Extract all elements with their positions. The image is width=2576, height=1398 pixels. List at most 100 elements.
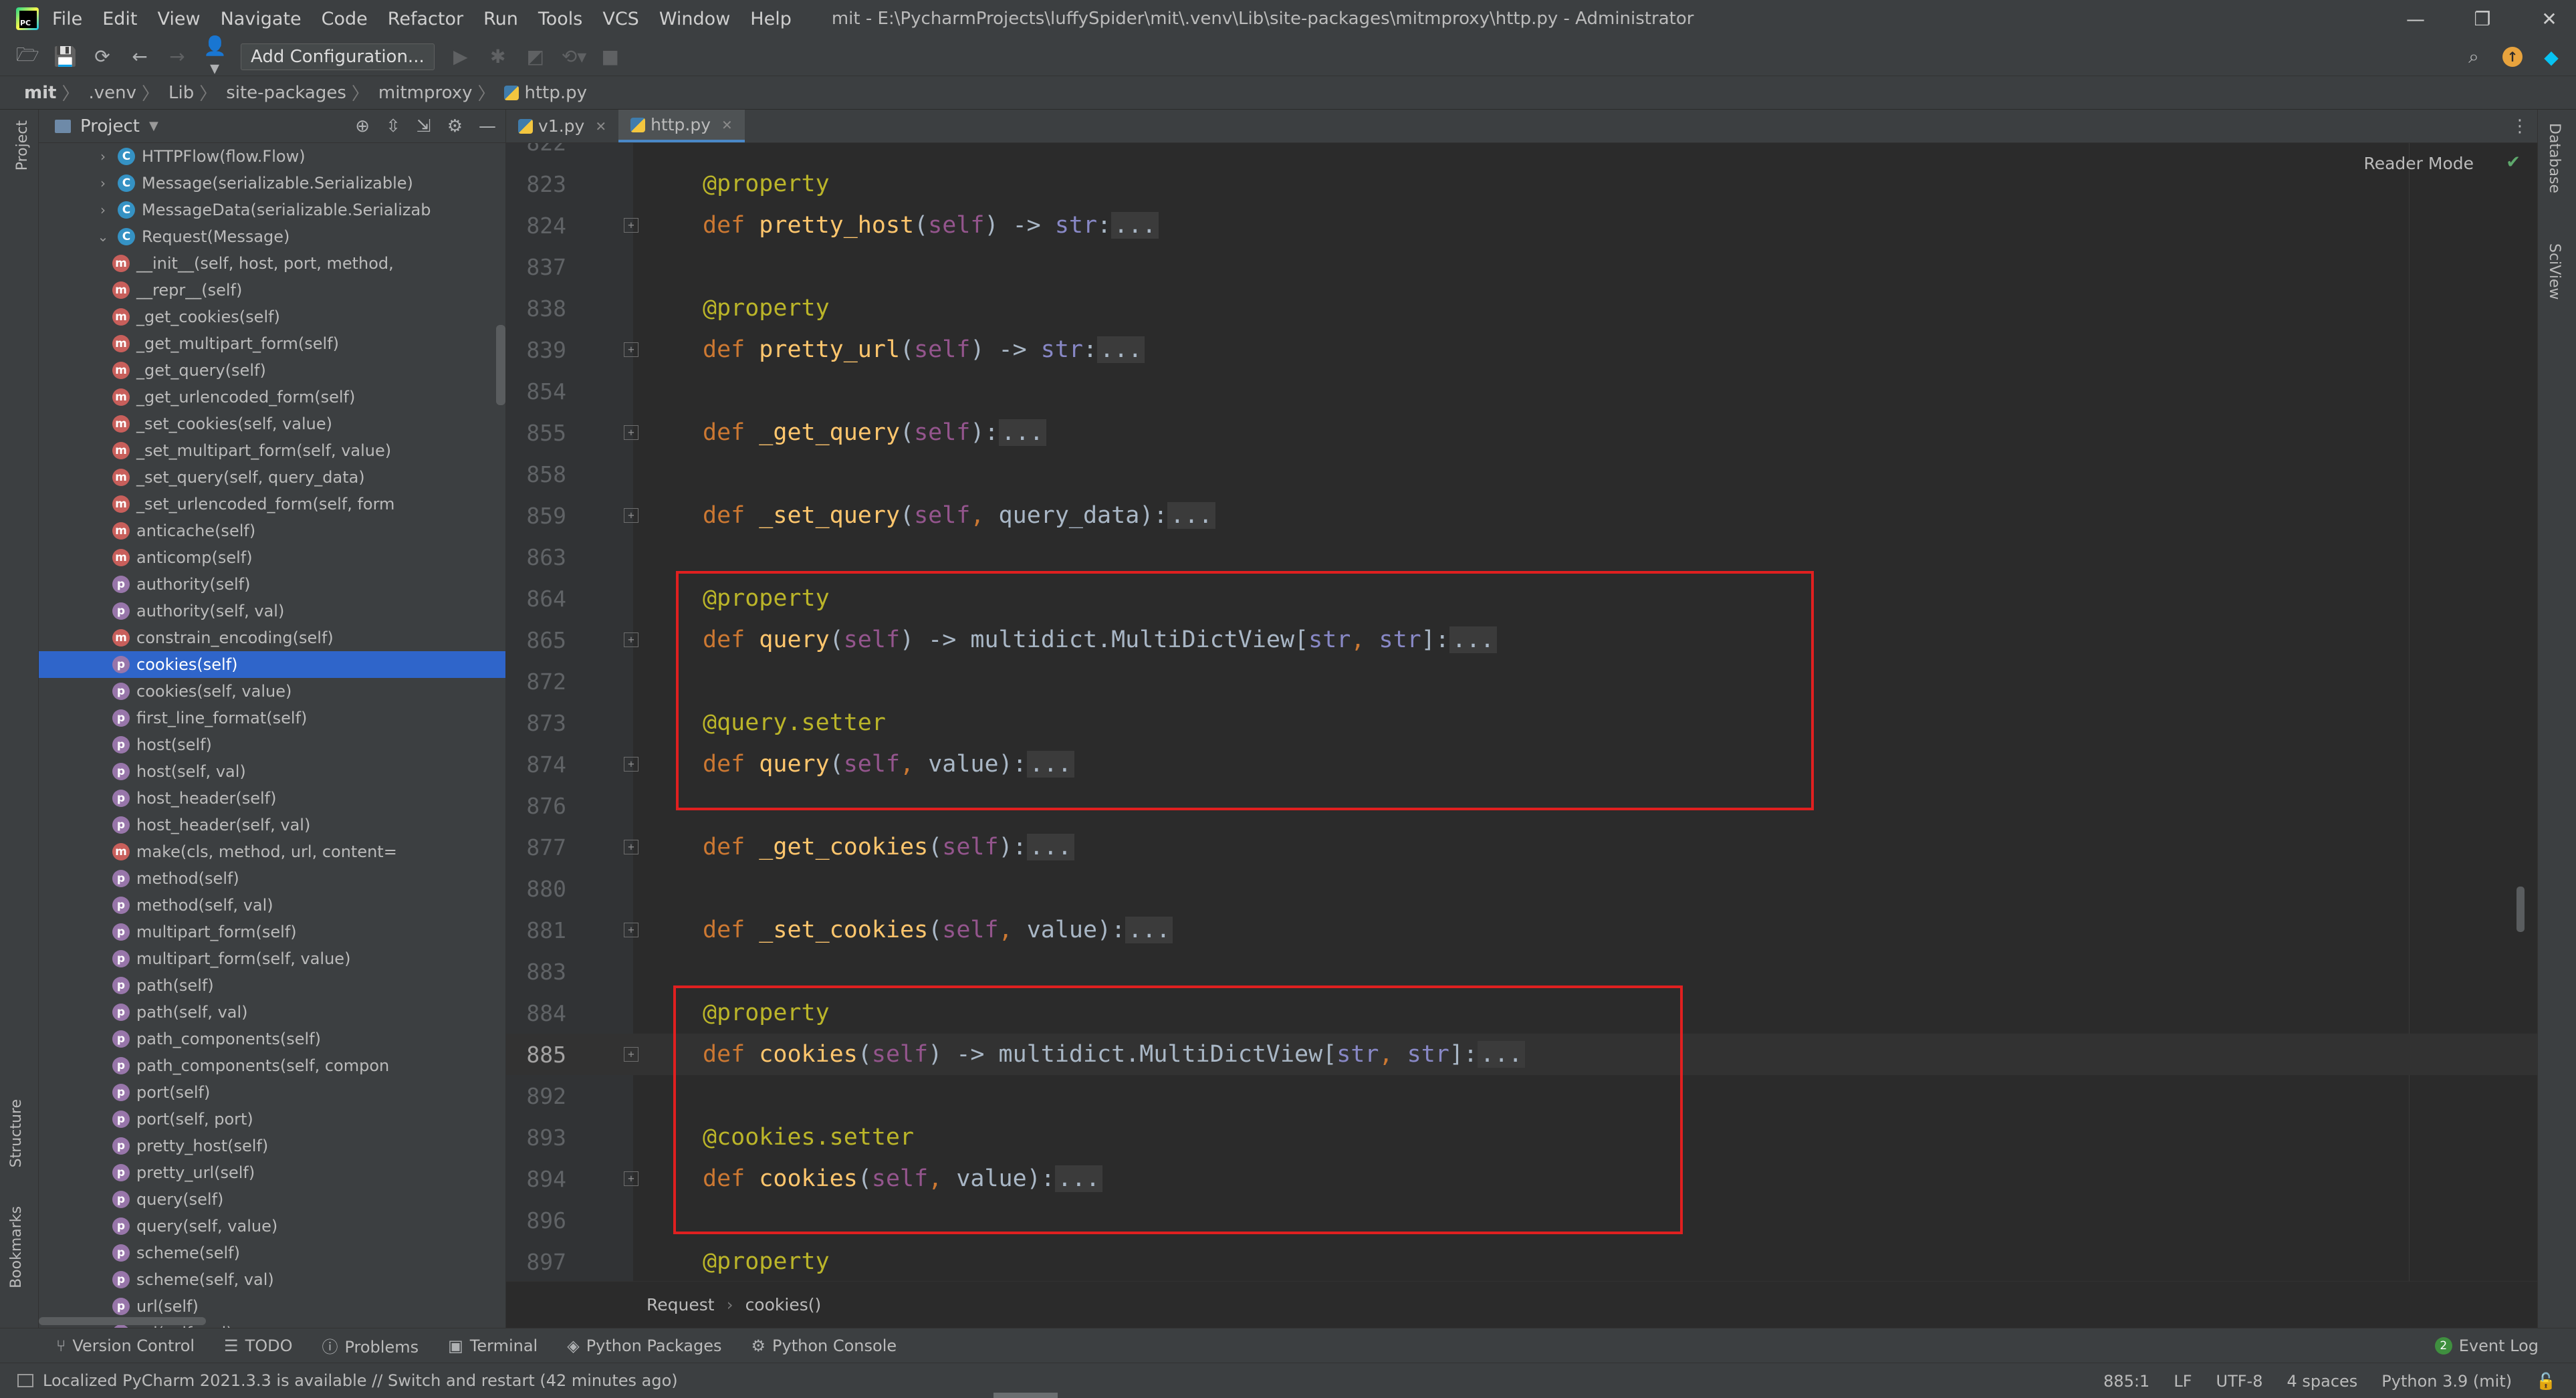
tree-item[interactable]: p path_components(self, compon — [39, 1052, 505, 1079]
tree-item[interactable]: m _set_multipart_form(self, value) — [39, 437, 505, 464]
breadcrumb-item[interactable]: mit — [24, 83, 56, 103]
profile-icon[interactable]: ⟲▾ — [562, 45, 587, 68]
fold-toggle-icon[interactable]: + — [624, 425, 638, 440]
code-line[interactable]: 822 — [506, 143, 2539, 163]
code-line[interactable]: 897 @property — [506, 1241, 2539, 1281]
tree-item[interactable]: p method(self, val) — [39, 892, 505, 919]
debug-icon[interactable]: ✱ — [487, 45, 509, 68]
fold-toggle-icon[interactable]: + — [624, 342, 638, 357]
chevron-right-icon[interactable]: › — [95, 202, 111, 218]
forward-arrow-icon[interactable]: → — [166, 45, 189, 68]
code-line[interactable]: 854 — [506, 370, 2539, 412]
fold-toggle-icon[interactable]: + — [624, 1171, 638, 1186]
file-encoding[interactable]: UTF-8 — [2216, 1372, 2263, 1391]
code-line[interactable]: 823 @property — [506, 163, 2539, 205]
tree-item[interactable]: p host_header(self, val) — [39, 812, 505, 838]
tree-item[interactable]: p url(self) — [39, 1293, 505, 1320]
tree-item[interactable]: p pretty_url(self) — [39, 1159, 505, 1186]
menu-file[interactable]: File — [52, 9, 82, 29]
tree-item[interactable]: p cookies(self) — [39, 651, 505, 678]
chevron-right-icon[interactable]: › — [95, 148, 111, 164]
expand-all-icon[interactable]: ⇳ — [386, 116, 400, 136]
menu-help[interactable]: Help — [750, 9, 792, 29]
lock-icon[interactable]: 🔓 — [2536, 1372, 2556, 1391]
breadcrumb-item[interactable]: Lib — [168, 83, 194, 103]
bottom-tool-version-control[interactable]: ⑂ Version Control — [56, 1336, 195, 1355]
code-line[interactable]: 839 + def pretty_url(self) -> str:... — [506, 329, 2539, 370]
code-line[interactable]: 824 + def pretty_host(self) -> str:... — [506, 205, 2539, 246]
bottom-tool-problems[interactable]: ⓘ Problems — [322, 1334, 419, 1357]
tree-item[interactable]: m _get_query(self) — [39, 357, 505, 384]
menu-view[interactable]: View — [157, 9, 200, 29]
collapse-all-icon[interactable]: ⇲ — [417, 116, 431, 136]
tree-item[interactable]: p multipart_form(self) — [39, 919, 505, 945]
fold-toggle-icon[interactable]: + — [624, 757, 638, 772]
fold-toggle-icon[interactable]: + — [624, 218, 638, 233]
stop-icon[interactable]: ■ — [599, 45, 622, 68]
python-interpreter[interactable]: Python 3.9 (mit) — [2381, 1372, 2512, 1391]
bottom-tool-todo[interactable]: ☰ TODO — [224, 1336, 292, 1355]
menu-tools[interactable]: Tools — [538, 9, 583, 29]
open-folder-icon[interactable]: 🗁 — [16, 41, 39, 73]
chevron-down-icon[interactable]: ▼ — [149, 119, 158, 133]
search-icon[interactable]: ⌕ — [2462, 45, 2485, 68]
notification-icon[interactable] — [17, 1374, 33, 1387]
tree-item[interactable]: p query(self) — [39, 1186, 505, 1213]
menu-edit[interactable]: Edit — [102, 9, 137, 29]
tree-vertical-scrollbar[interactable] — [496, 325, 505, 405]
editor-tab[interactable]: http.py ✕ — [618, 110, 745, 142]
tree-item[interactable]: p host(self, val) — [39, 758, 505, 785]
tree-item[interactable]: p host_header(self) — [39, 785, 505, 812]
menu-code[interactable]: Code — [322, 9, 368, 29]
code-line[interactable]: 837 — [506, 246, 2539, 287]
tree-item[interactable]: m _get_cookies(self) — [39, 304, 505, 330]
tree-item[interactable]: m __init__(self, host, port, method, — [39, 250, 505, 277]
chevron-down-icon[interactable]: ⌄ — [95, 229, 111, 245]
close-window-icon[interactable]: ✕ — [2536, 8, 2563, 30]
menu-navigate[interactable]: Navigate — [221, 9, 302, 29]
tree-item[interactable]: m _set_query(self, query_data) — [39, 464, 505, 491]
sciview-tool-tab[interactable]: SciView — [2546, 243, 2563, 300]
tree-horizontal-scrollbar[interactable] — [39, 1317, 206, 1325]
tree-item[interactable]: › C HTTPFlow(flow.Flow) — [39, 143, 505, 170]
gear-icon[interactable]: ⚙ — [447, 116, 463, 136]
fold-toggle-icon[interactable]: + — [624, 632, 638, 647]
tree-item[interactable]: p scheme(self) — [39, 1240, 505, 1266]
editor-vertical-scrollbar[interactable] — [2516, 887, 2525, 932]
code-line[interactable]: 858 — [506, 453, 2539, 495]
tree-item[interactable]: p authority(self, val) — [39, 598, 505, 624]
fold-toggle-icon[interactable]: + — [624, 508, 638, 523]
status-message[interactable]: Localized PyCharm 2021.3.3 is available … — [43, 1371, 678, 1390]
tree-item[interactable]: p pretty_host(self) — [39, 1133, 505, 1159]
back-arrow-icon[interactable]: ← — [128, 45, 151, 68]
code-line[interactable]: 881 + def _set_cookies(self, value):... — [506, 909, 2539, 951]
event-log-button[interactable]: 2 Event Log — [2434, 1328, 2539, 1363]
sync-icon[interactable]: ⟳ — [91, 45, 114, 68]
indent-setting[interactable]: 4 spaces — [2287, 1372, 2357, 1391]
close-tab-icon[interactable]: ✕ — [721, 117, 733, 133]
code-line[interactable]: 855 + def _get_query(self):... — [506, 412, 2539, 453]
tree-item[interactable]: p multipart_form(self, value) — [39, 945, 505, 972]
save-icon[interactable]: 💾 — [53, 45, 77, 68]
breadcrumb-item[interactable]: .venv — [88, 83, 136, 103]
project-tool-tab[interactable]: Project — [8, 120, 31, 170]
breadcrumb-item[interactable]: site-packages — [226, 83, 346, 103]
tree-item[interactable]: ⌄ C Request(Message) — [39, 223, 505, 250]
tree-item[interactable]: m make(cls, method, url, content= — [39, 838, 505, 865]
breadcrumb-item[interactable]: http.py — [524, 83, 587, 103]
tree-item[interactable]: p first_line_format(self) — [39, 705, 505, 731]
bottom-tool-terminal[interactable]: ▣ Terminal — [448, 1336, 538, 1355]
restore-icon[interactable]: ❐ — [2469, 8, 2496, 30]
tree-item[interactable]: p path(self) — [39, 972, 505, 999]
fold-toggle-icon[interactable]: + — [624, 1047, 638, 1062]
tree-item[interactable]: p path(self, val) — [39, 999, 505, 1026]
code-line[interactable]: 877 + def _get_cookies(self):... — [506, 826, 2539, 868]
tree-item[interactable]: m _get_multipart_form(self) — [39, 330, 505, 357]
fold-toggle-icon[interactable]: + — [624, 840, 638, 854]
tree-item[interactable]: p port(self, port) — [39, 1106, 505, 1133]
structure-tool-tab[interactable]: Structure — [8, 1099, 31, 1167]
tree-item[interactable]: m constrain_encoding(self) — [39, 624, 505, 651]
tree-item[interactable]: p path_components(self) — [39, 1026, 505, 1052]
caret-position[interactable]: 885:1 — [2103, 1372, 2149, 1391]
project-panel-title[interactable]: Project — [80, 116, 140, 136]
